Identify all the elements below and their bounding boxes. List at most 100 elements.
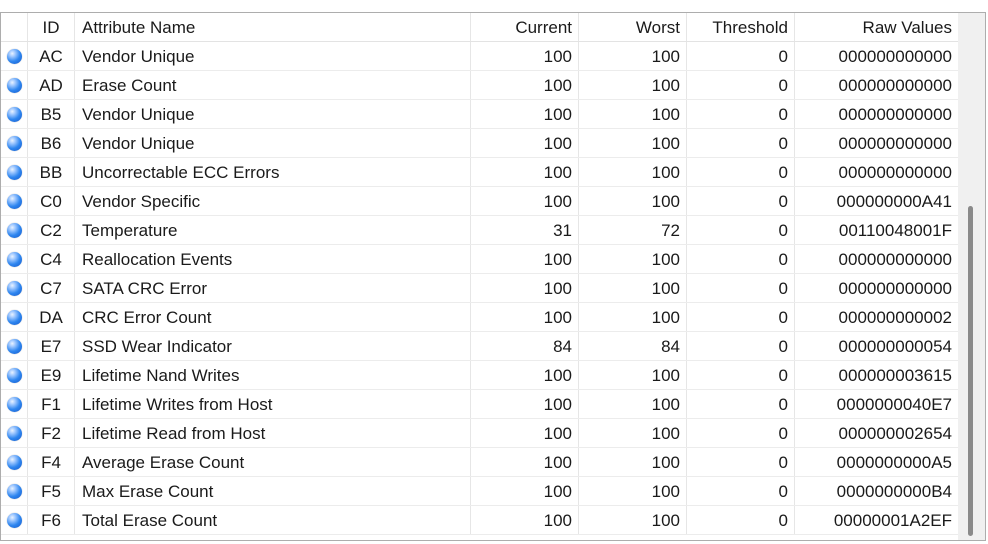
cell-threshold: 0 [687,419,795,447]
header-current[interactable]: Current [471,13,579,41]
cell-id: B6 [28,129,75,157]
cell-worst: 100 [579,42,687,70]
cell-status [1,477,28,505]
cell-raw-value: 000000000000 [838,163,952,182]
cell-raw-value: 000000000000 [838,105,952,124]
header-worst[interactable]: Worst [579,13,687,41]
header-id[interactable]: ID [28,13,75,41]
cell-worst: 100 [579,448,687,476]
cell-threshold: 0 [687,71,795,99]
cell-raw-value: 0000000040E7 [836,395,952,414]
table-row[interactable]: AD Erase Count 100 100 0 000000000000 [1,71,958,100]
status-dot-blue-icon [7,223,22,238]
cell-current: 100 [471,506,579,534]
cell-worst: 100 [579,419,687,447]
table-row[interactable]: C2 Temperature 31 72 0 00110048001F [1,216,958,245]
table-row[interactable]: F5 Max Erase Count 100 100 0 0000000000B4 [1,477,958,506]
cell-worst: 100 [579,245,687,273]
cell-attribute-name: Vendor Unique [75,100,471,128]
status-dot-blue-icon [7,252,22,267]
cell-raw-value: 000000000000 [838,279,952,298]
cell-raw-value: 00000001A2EF [833,511,952,530]
cell-worst: 100 [579,477,687,505]
table-row[interactable]: AC Vendor Unique 100 100 0 000000000000 [1,42,958,71]
cell-status [1,42,28,70]
status-dot-blue-icon [7,455,22,470]
cell-worst: 72 [579,216,687,244]
cell-attribute-name: Lifetime Read from Host [75,419,471,447]
status-dot-blue-icon [7,165,22,180]
table-row[interactable]: BB Uncorrectable ECC Errors 100 100 0 0000000… [1,158,958,187]
cell-attribute-name: Average Erase Count [75,448,471,476]
cell-threshold: 0 [687,506,795,534]
table-row[interactable]: C4 Reallocation Events 100 100 0 000000000000 [1,245,958,274]
table-row[interactable]: F1 Lifetime Writes from Host 100 100 0 000000… [1,390,958,419]
cell-worst: 100 [579,361,687,389]
cell-id: F1 [28,390,75,418]
cell-worst: 100 [579,129,687,157]
cell-threshold: 0 [687,158,795,186]
table-row[interactable]: F4 Average Erase Count 100 100 0 0000000000A5 [1,448,958,477]
cell-current: 100 [471,245,579,273]
cell-current: 100 [471,71,579,99]
cell-raw-value: 000000000A41 [836,192,952,211]
cell-attribute-name: Reallocation Events [75,245,471,273]
cell-raw-value: 000000000054 [838,337,952,356]
smart-attributes-list[interactable]: ID Attribute Name Current Worst Threshol… [0,12,986,541]
cell-attribute-name: Uncorrectable ECC Errors [75,158,471,186]
cell-current: 100 [471,477,579,505]
cell-status [1,158,28,186]
cell-id: DA [28,303,75,331]
cell-raw-value: 000000002654 [838,424,952,443]
cell-worst: 100 [579,187,687,215]
cell-id: E7 [28,332,75,360]
table-row[interactable]: B5 Vendor Unique 100 100 0 000000000000 [1,100,958,129]
header-attribute-name[interactable]: Attribute Name [75,13,471,41]
table-row[interactable]: DA CRC Error Count 100 100 0 000000000002 [1,303,958,332]
cell-attribute-name: Temperature [75,216,471,244]
status-dot-blue-icon [7,397,22,412]
cell-threshold: 0 [687,129,795,157]
cell-status [1,419,28,447]
status-dot-blue-icon [7,368,22,383]
smart-attributes-grid: ID Attribute Name Current Worst Threshol… [1,13,958,540]
header-raw-values[interactable]: Raw Values [795,13,958,41]
cell-id: F2 [28,419,75,447]
cell-attribute-name: CRC Error Count [75,303,471,331]
cell-id: AD [28,71,75,99]
cell-threshold: 0 [687,187,795,215]
cell-threshold: 0 [687,245,795,273]
status-dot-blue-icon [7,426,22,441]
cell-attribute-name: Total Erase Count [75,506,471,534]
cell-status [1,506,28,534]
cell-worst: 84 [579,332,687,360]
vertical-scrollbar[interactable] [958,13,985,540]
cell-attribute-name: Erase Count [75,71,471,99]
status-dot-blue-icon [7,107,22,122]
cell-threshold: 0 [687,448,795,476]
cell-current: 100 [471,419,579,447]
cell-id: F5 [28,477,75,505]
table-row[interactable]: C7 SATA CRC Error 100 100 0 000000000000 [1,274,958,303]
scrollbar-thumb[interactable] [968,206,973,536]
cell-id: E9 [28,361,75,389]
status-dot-blue-icon [7,339,22,354]
table-row[interactable]: B6 Vendor Unique 100 100 0 000000000000 [1,129,958,158]
header-status-column[interactable] [1,13,28,41]
cell-threshold: 0 [687,390,795,418]
cell-raw-value: 0000000000B4 [836,482,952,501]
table-row[interactable]: E7 SSD Wear Indicator 84 84 0 000000000054 [1,332,958,361]
cell-id: F6 [28,506,75,534]
cell-worst: 100 [579,158,687,186]
cell-status [1,129,28,157]
table-row[interactable]: C0 Vendor Specific 100 100 0 000000000A41 [1,187,958,216]
table-row[interactable]: E9 Lifetime Nand Writes 100 100 0 00000000361… [1,361,958,390]
table-row[interactable]: F6 Total Erase Count 100 100 0 00000001A2EF [1,506,958,535]
header-threshold[interactable]: Threshold [687,13,795,41]
cell-id: C4 [28,245,75,273]
cell-threshold: 0 [687,216,795,244]
table-header: ID Attribute Name Current Worst Threshol… [1,13,958,42]
table-row[interactable]: F2 Lifetime Read from Host 100 100 0 00000000… [1,419,958,448]
cell-raw-value: 000000000000 [838,134,952,153]
cell-id: BB [28,158,75,186]
